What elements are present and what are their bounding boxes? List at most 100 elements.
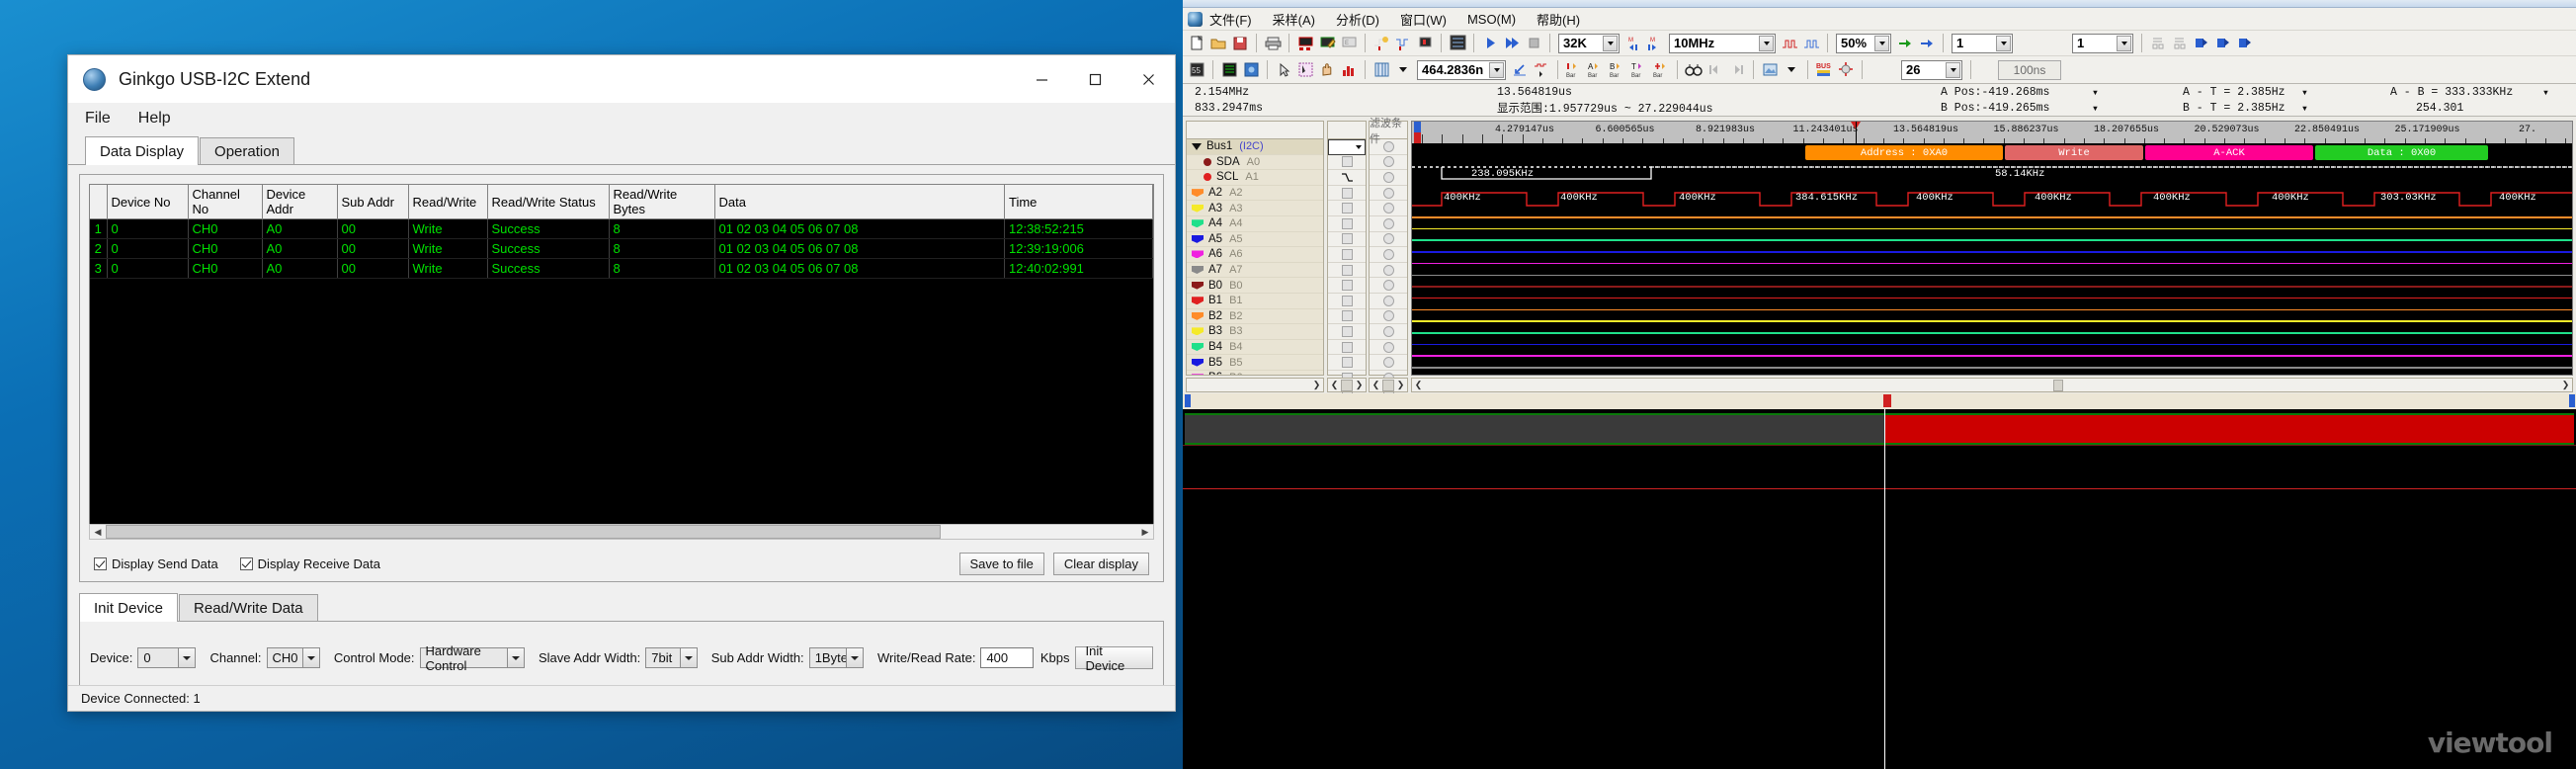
filter-column-scrollbar[interactable]: ❮ ❯ (1369, 378, 1408, 392)
number1-combo[interactable]: 1 (1952, 33, 2013, 53)
save-to-file-button[interactable]: Save to file (958, 553, 1044, 575)
col-read-write[interactable]: Read/Write (408, 185, 488, 219)
control-mode-select[interactable]: Hardware Control (419, 643, 525, 673)
marker-prev-icon[interactable]: M (1623, 34, 1643, 53)
run-icon[interactable] (1480, 34, 1500, 53)
zoom-fit-icon[interactable] (1510, 60, 1530, 80)
capture-clear-icon[interactable]: E (1339, 34, 1359, 53)
tab-init-device[interactable]: Init Device (79, 593, 179, 622)
channel-group-icon[interactable]: 55 (1187, 60, 1206, 80)
marker-next-icon[interactable]: M (1645, 34, 1665, 53)
histogram-tool-icon[interactable] (1339, 60, 1359, 80)
chevron-down-icon[interactable] (1946, 61, 1960, 78)
select-region-tool-icon[interactable] (1295, 60, 1315, 80)
chevron-down-icon[interactable] (1603, 35, 1618, 51)
channel-config-1-icon[interactable] (2192, 34, 2211, 53)
dropdown-caret-3[interactable]: ▾ (2542, 85, 2549, 100)
filter-cell-b3[interactable] (1370, 324, 1407, 340)
scroll-left-arrow[interactable]: ❮ (1328, 379, 1341, 391)
chevron-down-icon[interactable] (301, 648, 319, 667)
trigger-falling-icon[interactable] (1393, 34, 1413, 53)
device-select[interactable]: 0 (137, 647, 197, 668)
waveform-canvas[interactable]: 4.279147us 6.600565us 8.921983us 11.243401u… (1411, 121, 2573, 376)
trigger-cell-sda[interactable] (1328, 155, 1366, 171)
channel-row-a3[interactable]: A3 A3 (1187, 201, 1323, 216)
overview-active-region[interactable] (1884, 415, 2574, 443)
bar-t-cursor-icon[interactable]: T Bar (1629, 60, 1649, 80)
maximize-button[interactable] (1068, 55, 1122, 103)
bus-decode-icon[interactable]: BUS (1814, 60, 1834, 80)
pulse-width-display[interactable]: 100ns (1998, 59, 2061, 80)
trigger-cell-a7[interactable] (1328, 263, 1366, 279)
export-image-icon[interactable] (1760, 60, 1780, 80)
new-file-icon[interactable] (1187, 34, 1206, 53)
chevron-down-icon[interactable] (1996, 35, 2011, 51)
channel-row-sda[interactable]: SDA A0 (1187, 155, 1323, 171)
filter-cell-a2[interactable] (1370, 186, 1407, 202)
scroll-right-arrow[interactable]: ❯ (1310, 379, 1323, 391)
trigger-column-scrollbar[interactable]: ❮ ❯ (1327, 378, 1367, 392)
align-rows-alt-icon[interactable] (2170, 34, 2190, 53)
overview-inactive-region[interactable] (1185, 415, 1884, 443)
menu-mso[interactable]: MSO(M) (1467, 12, 1516, 27)
chevron-down-icon[interactable] (1393, 60, 1413, 80)
write-read-rate-input[interactable]: 400 (980, 647, 1034, 668)
search-binoculars-icon[interactable] (1684, 60, 1703, 80)
trigger-cell-a2[interactable] (1328, 186, 1366, 202)
waveform-blue-icon[interactable] (1801, 34, 1821, 53)
channel-row-b5[interactable]: B5 B5 (1187, 355, 1323, 371)
channel-row-b6[interactable]: B6 B6 (1187, 371, 1323, 375)
channel-row-a7[interactable]: A7 A7 (1187, 263, 1323, 279)
menu-help-cn[interactable]: 帮助(H) (1537, 10, 1580, 29)
puzzle-plugin-icon[interactable] (1241, 60, 1261, 80)
filter-cell-sda[interactable] (1370, 155, 1407, 171)
capture-start-icon[interactable] (1295, 34, 1315, 53)
trigger-position-combo[interactable]: 50% (1836, 33, 1891, 53)
filter-cell-b0[interactable] (1370, 278, 1407, 294)
channel-config-2-icon[interactable] (2213, 34, 2233, 53)
channel-list-scrollbar[interactable]: ❯ (1186, 378, 1324, 392)
data-table-icon[interactable] (1219, 60, 1239, 80)
tab-read-write-data[interactable]: Read/Write Data (179, 594, 318, 621)
trigger-cell-b5[interactable] (1328, 355, 1366, 371)
chevron-down-icon[interactable] (1759, 35, 1774, 51)
channel-row-b4[interactable]: B4 B4 (1187, 340, 1323, 356)
trigger-pulse-icon[interactable] (1415, 34, 1435, 53)
search-next-icon[interactable] (1727, 60, 1747, 80)
tab-operation[interactable]: Operation (200, 137, 294, 164)
waveform-red-icon[interactable] (1780, 34, 1799, 53)
channel-row-a6[interactable]: A6 A6 (1187, 247, 1323, 263)
channel-row-a4[interactable]: A4 A4 (1187, 216, 1323, 232)
scl-waveform-row[interactable]: 400KHz 400KHz 400KHz 384.615KHz 400KHz 400KHz… (1412, 189, 2572, 213)
bar-add-cursor-icon[interactable]: Bar (1651, 60, 1671, 80)
menu-file[interactable]: File (85, 110, 111, 128)
trigger-cell-b4[interactable] (1328, 340, 1366, 356)
col-time[interactable]: Time (1004, 185, 1153, 219)
add-marker-green-icon[interactable] (1895, 34, 1915, 53)
channel-row-b0[interactable]: B0 B0 (1187, 278, 1323, 294)
dropdown-caret-5[interactable]: ▾ (2301, 101, 2308, 116)
trigger-cell-a6[interactable] (1328, 247, 1366, 263)
filter-cell-b2[interactable] (1370, 309, 1407, 325)
filter-cell-scl[interactable] (1370, 170, 1407, 186)
channel-row-b1[interactable]: B1 B1 (1187, 294, 1323, 309)
bar-a-cursor-icon[interactable]: A Bar (1586, 60, 1606, 80)
tab-data-display[interactable]: Data Display (85, 136, 200, 165)
align-rows-icon[interactable] (2148, 34, 2168, 53)
scroll-thumb[interactable] (1382, 379, 1394, 391)
capture-edit-icon[interactable] (1317, 34, 1337, 53)
i2c-decode-block[interactable]: Data : 0X00 (2315, 145, 2488, 160)
bus-settings-icon[interactable] (1836, 60, 1856, 80)
dropdown-caret-2[interactable]: ▾ (2301, 85, 2308, 100)
minimize-button[interactable] (1015, 55, 1068, 103)
measure-cursor-icon[interactable] (1532, 60, 1551, 80)
trigger-cell-b3[interactable] (1328, 324, 1366, 340)
sda-waveform-row[interactable]: 238.095KHz 58.14KHz (1412, 163, 2572, 189)
filter-cell-a3[interactable] (1370, 201, 1407, 216)
channel-row-a2[interactable]: A2 A2 (1187, 186, 1323, 202)
chevron-down-icon[interactable] (1874, 35, 1889, 51)
waveform-scrollbar[interactable]: ❮ ❯ (1411, 378, 2573, 392)
checkbox-display-send-data[interactable]: Display Send Data (94, 556, 218, 571)
run-continuous-icon[interactable] (1502, 34, 1522, 53)
trigger-cell-a4[interactable] (1328, 216, 1366, 232)
